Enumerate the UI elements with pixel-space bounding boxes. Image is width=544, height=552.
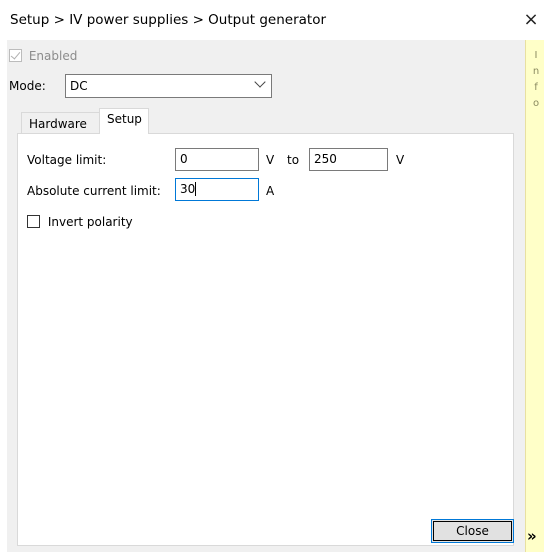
tab-setup[interactable]: Setup xyxy=(99,108,149,134)
voltage-limit-label: Voltage limit: xyxy=(27,153,107,167)
enabled-label: Enabled xyxy=(28,48,78,63)
voltage-min-input[interactable]: 0 xyxy=(175,148,259,171)
info-letter: o xyxy=(532,98,540,109)
chevron-down-icon xyxy=(254,76,266,88)
text-caret xyxy=(195,182,197,196)
info-panel[interactable]: I n f o xyxy=(525,40,544,552)
expand-info-icon[interactable]: » xyxy=(527,527,537,545)
info-letter: I xyxy=(534,50,538,61)
to-label: to xyxy=(287,153,300,167)
close-button-label: Close xyxy=(433,521,512,541)
enabled-checkbox: Enabled xyxy=(9,48,77,64)
mode-label: Mode: xyxy=(9,79,46,93)
window-title: Setup > IV power supplies > Output gener… xyxy=(10,12,327,28)
info-letter: f xyxy=(534,82,538,93)
mode-select[interactable]: DC xyxy=(65,74,272,98)
invert-polarity-label: Invert polarity xyxy=(47,214,133,229)
voltage-max-input[interactable]: 250 xyxy=(309,148,388,171)
current-limit-input[interactable]: 30 xyxy=(175,178,259,201)
title-bar: Setup > IV power supplies > Output gener… xyxy=(0,0,544,40)
current-limit-value: 30 xyxy=(180,182,196,196)
checkbox-icon[interactable] xyxy=(27,215,40,228)
invert-polarity-checkbox[interactable]: Invert polarity xyxy=(27,214,133,230)
mode-value: DC xyxy=(70,79,88,93)
voltage-unit: V xyxy=(396,153,405,167)
close-button[interactable]: Close xyxy=(431,519,514,543)
voltage-unit: V xyxy=(266,153,275,167)
current-unit: A xyxy=(266,184,275,198)
close-window-icon[interactable]: × xyxy=(521,9,541,31)
current-limit-label: Absolute current limit: xyxy=(27,184,161,198)
checkbox-icon xyxy=(9,49,22,62)
tab-hardware[interactable]: Hardware xyxy=(21,112,100,134)
info-letter: n xyxy=(532,66,540,77)
